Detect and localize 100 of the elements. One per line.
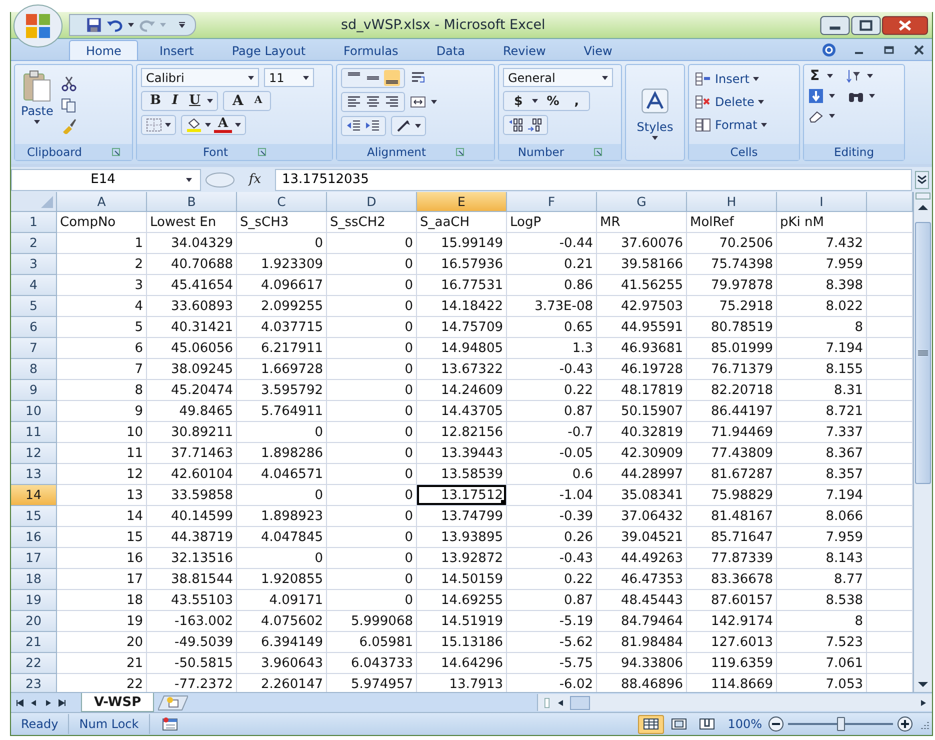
italic-button[interactable]: I <box>168 93 182 109</box>
ribbon-tab[interactable]: Review <box>486 40 563 60</box>
next-sheet-icon[interactable] <box>43 698 53 708</box>
zoom-out-icon[interactable] <box>768 716 784 732</box>
row-header[interactable]: 5 <box>11 296 57 317</box>
dialog-launcher-icon[interactable] <box>258 148 266 156</box>
caret-icon[interactable] <box>826 74 833 78</box>
row-header[interactable]: 6 <box>11 317 57 338</box>
font-size-field[interactable]: 11 <box>264 68 314 87</box>
record-macro-icon[interactable] <box>162 717 178 731</box>
save-icon[interactable] <box>86 17 102 33</box>
row-header[interactable]: 1 <box>11 212 57 233</box>
ribbon-tab[interactable]: Page Layout <box>214 40 323 60</box>
cells-command-button[interactable]: Format <box>693 114 795 135</box>
row-header[interactable]: 22 <box>11 653 57 674</box>
grow-font-button[interactable]: A <box>228 93 248 109</box>
sort-filter-icon[interactable] <box>846 68 862 84</box>
customize-icon[interactable] <box>179 22 185 28</box>
column-header[interactable]: D <box>327 192 417 212</box>
fill-down-icon[interactable] <box>808 88 824 104</box>
dialog-launcher-icon[interactable] <box>112 148 120 156</box>
column-header[interactable]: A <box>57 192 147 212</box>
row-header[interactable]: 3 <box>11 254 57 275</box>
caret-icon[interactable] <box>829 94 835 98</box>
insert-function-button[interactable]: fx <box>235 172 275 187</box>
cells-command-button[interactable]: Insert <box>693 68 795 89</box>
expand-icon[interactable] <box>915 170 929 188</box>
maximize-icon[interactable] <box>851 16 881 34</box>
previous-sheet-icon[interactable] <box>29 698 39 708</box>
number-format-field[interactable]: General <box>503 68 613 87</box>
column-header[interactable]: B <box>147 192 237 212</box>
scroll-right-icon[interactable] <box>918 698 928 708</box>
caret-icon[interactable] <box>866 74 873 78</box>
row-header[interactable]: 20 <box>11 611 57 632</box>
ribbon-tab[interactable]: View <box>566 40 630 60</box>
minimize-icon[interactable] <box>820 16 850 34</box>
column-header[interactable]: F <box>507 192 597 212</box>
paste-button[interactable]: Paste <box>19 68 56 141</box>
caret-icon[interactable] <box>532 99 538 103</box>
caret-icon[interactable] <box>829 114 835 118</box>
cut-icon[interactable] <box>61 76 78 92</box>
row-header[interactable]: 7 <box>11 338 57 359</box>
align-bottom-icon[interactable] <box>384 70 400 86</box>
normal-view-button[interactable] <box>638 714 664 734</box>
close-icon[interactable] <box>912 43 926 57</box>
row-header[interactable]: 23 <box>11 674 57 692</box>
vertical-scrollbar[interactable] <box>913 192 932 692</box>
shrink-font-button[interactable]: A <box>250 93 266 109</box>
zoom-in-icon[interactable] <box>897 716 913 732</box>
row-header[interactable]: 14 <box>11 485 57 506</box>
column-header[interactable]: E <box>417 192 507 212</box>
copy-icon[interactable] <box>61 96 78 112</box>
resize-handle-icon[interactable] <box>205 172 235 188</box>
resize-grip-icon[interactable] <box>919 719 929 729</box>
scrollbar-thumb[interactable] <box>915 222 931 484</box>
caret-icon[interactable] <box>869 94 875 98</box>
column-header[interactable]: C <box>237 192 327 212</box>
row-header[interactable]: 11 <box>11 422 57 443</box>
slider-thumb[interactable] <box>836 717 844 731</box>
caret-icon[interactable] <box>128 23 134 27</box>
caret-icon[interactable] <box>431 100 437 104</box>
ribbon-tab[interactable]: Formulas <box>326 40 416 60</box>
merge-icon[interactable] <box>410 94 426 110</box>
row-header[interactable]: 19 <box>11 590 57 611</box>
fill-color-icon[interactable] <box>186 117 202 133</box>
scroll-left-icon[interactable] <box>556 698 566 708</box>
last-sheet-icon[interactable] <box>57 698 67 708</box>
row-header[interactable]: 21 <box>11 632 57 653</box>
autosum-button[interactable]: Σ <box>808 68 822 84</box>
column-header[interactable]: I <box>777 192 867 212</box>
dialog-launcher-icon[interactable] <box>456 148 464 156</box>
column-header[interactable]: G <box>597 192 687 212</box>
caret-icon[interactable] <box>235 123 242 127</box>
percent-button[interactable]: % <box>540 93 566 109</box>
row-header[interactable]: 4 <box>11 275 57 296</box>
caret-icon[interactable] <box>205 123 211 127</box>
caret-icon[interactable] <box>207 99 214 103</box>
row-header[interactable]: 8 <box>11 359 57 380</box>
row-header[interactable]: 12 <box>11 443 57 464</box>
formula-field[interactable]: 13.17512035 <box>275 168 912 190</box>
row-header[interactable]: 9 <box>11 380 57 401</box>
comma-button[interactable]: , <box>568 93 585 109</box>
close-icon[interactable] <box>882 16 928 34</box>
underline-button[interactable]: U <box>185 93 204 109</box>
help-icon[interactable] <box>822 43 836 57</box>
row-header[interactable]: 13 <box>11 464 57 485</box>
dialog-launcher-icon[interactable] <box>594 148 602 156</box>
name-box[interactable]: E14 <box>11 168 201 190</box>
row-header[interactable]: 17 <box>11 548 57 569</box>
ribbon-tab[interactable]: Data <box>419 40 482 60</box>
row-header[interactable]: 10 <box>11 401 57 422</box>
ribbon-tab[interactable]: Home <box>69 40 138 60</box>
row-header[interactable]: 15 <box>11 506 57 527</box>
brush-icon[interactable] <box>61 118 78 134</box>
caret-icon[interactable] <box>415 124 421 128</box>
bold-button[interactable]: B <box>146 93 165 109</box>
scrollbar-thumb[interactable] <box>570 696 590 710</box>
row-header[interactable]: 2 <box>11 233 57 254</box>
cells-command-button[interactable]: Delete <box>693 91 795 112</box>
caret-icon[interactable] <box>165 123 171 127</box>
